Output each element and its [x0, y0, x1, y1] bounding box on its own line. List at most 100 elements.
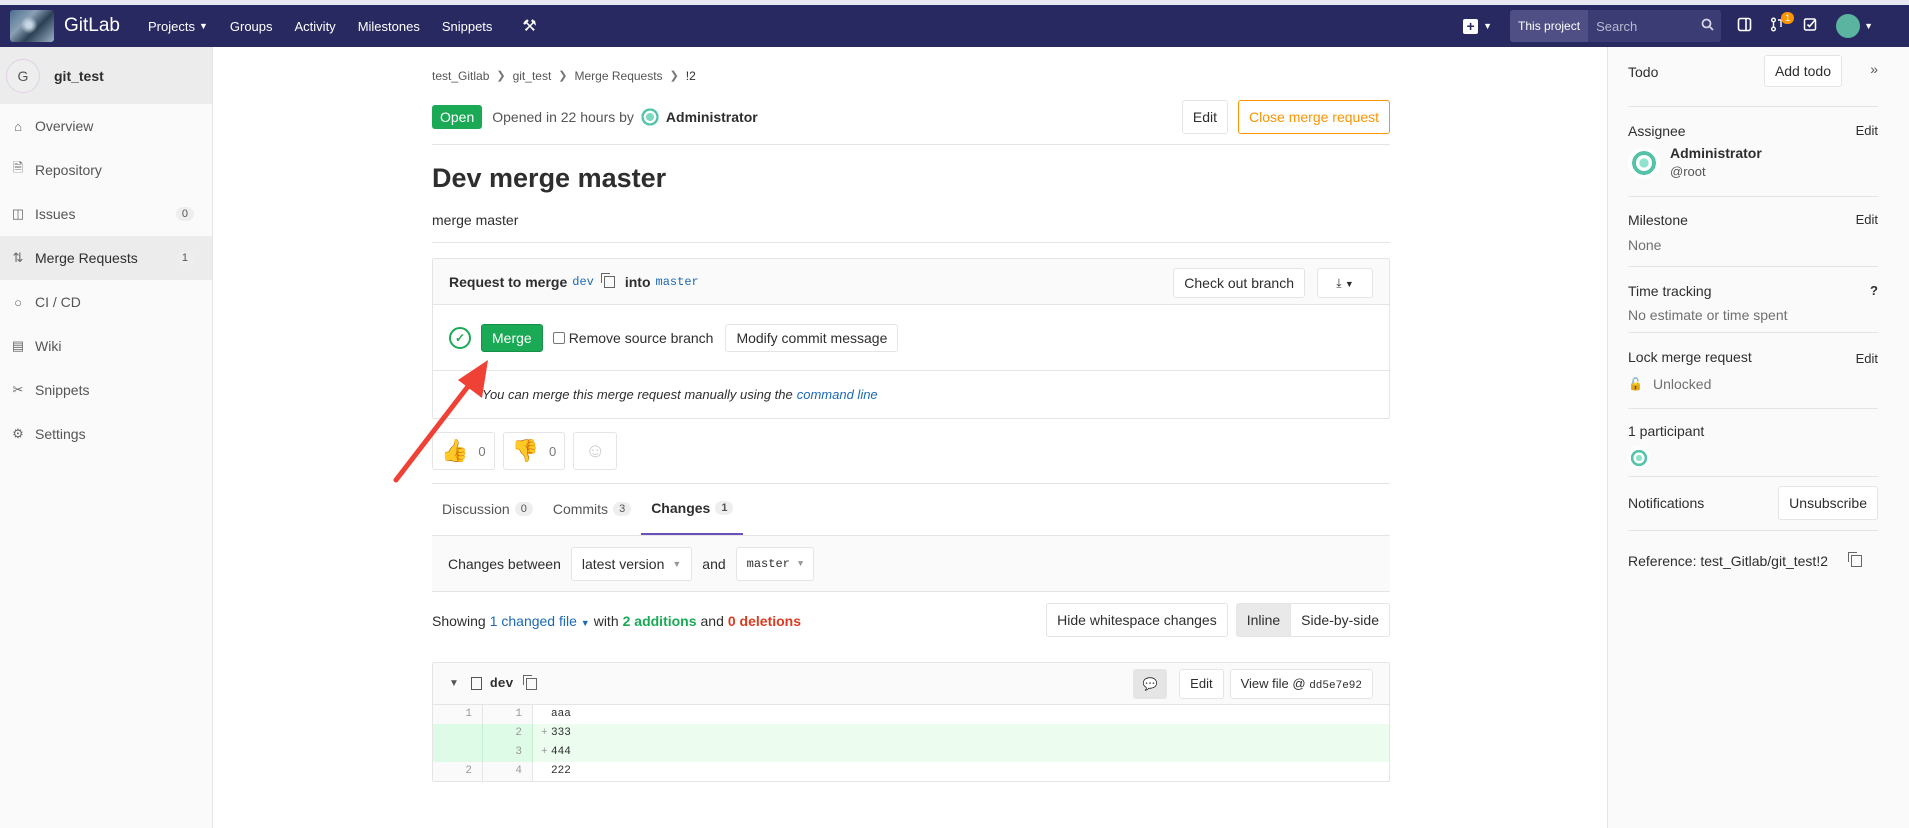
diff-line: 1 1 aaa: [433, 705, 1389, 724]
brand[interactable]: GitLab: [10, 10, 120, 42]
sidebar-item-ci-cd[interactable]: ○ CI / CD: [0, 280, 212, 324]
copy-icon[interactable]: [523, 674, 538, 690]
sidebar-item-settings[interactable]: ⚙ Settings: [0, 412, 212, 456]
search-scope[interactable]: This project: [1510, 10, 1589, 42]
tab-label: Commits: [552, 501, 609, 517]
manual-merge-text: You can merge this merge request manuall…: [482, 387, 793, 402]
remove-source-branch-label[interactable]: Remove source branch: [569, 330, 714, 346]
project-header[interactable]: G git_test: [0, 47, 212, 104]
nav-link-projects[interactable]: Projects ▼: [148, 19, 208, 34]
nav-link-milestones[interactable]: Milestones: [358, 19, 420, 34]
target-dropdown[interactable]: master ▼: [735, 546, 815, 581]
new-dropdown[interactable]: + ▼: [1463, 18, 1492, 34]
download-dropdown-button[interactable]: ⤓ ▼: [1317, 268, 1373, 298]
todos-check-icon[interactable]: [1803, 17, 1818, 36]
old-line-number[interactable]: [433, 724, 483, 743]
command-line-link[interactable]: command line: [797, 387, 878, 402]
nav-link-snippets[interactable]: Snippets: [442, 19, 493, 34]
new-line-number[interactable]: 1: [483, 705, 533, 724]
project-name: git_test: [54, 67, 104, 84]
unsubscribe-button[interactable]: Unsubscribe: [1778, 486, 1878, 520]
merge-button[interactable]: Merge: [481, 323, 543, 352]
chevron-right-icon: ❯: [669, 70, 679, 82]
assignee-name[interactable]: Administrator: [1670, 145, 1762, 161]
remove-source-branch-checkbox[interactable]: [552, 331, 565, 344]
breadcrumb-project[interactable]: git_test: [513, 69, 552, 83]
lock-edit-link[interactable]: Edit: [1856, 351, 1878, 366]
tab-changes[interactable]: Changes 1: [641, 483, 744, 535]
old-line-number[interactable]: 2: [433, 762, 483, 781]
todo-block: Todo Add todo »: [1628, 47, 1878, 107]
assignee-avatar[interactable]: [1628, 147, 1660, 179]
search-icon[interactable]: [1693, 18, 1721, 34]
user-avatar[interactable]: [1836, 14, 1861, 38]
sidebar-toggle-icon[interactable]: [1737, 17, 1752, 36]
breadcrumb-group[interactable]: test_Gitlab: [432, 69, 489, 83]
chevron-down-icon[interactable]: ▼: [1864, 21, 1873, 31]
inline-view-button[interactable]: Inline: [1235, 603, 1292, 637]
version-dropdown[interactable]: latest version ▼: [570, 546, 693, 581]
search-input[interactable]: [1588, 17, 1694, 35]
collapse-caret-icon[interactable]: ▼: [449, 678, 459, 689]
nav-link-label: Projects: [147, 18, 195, 34]
diff-file-name[interactable]: dev: [490, 676, 513, 691]
comment-toggle-button[interactable]: 💬: [1133, 669, 1168, 699]
edit-file-button[interactable]: Edit: [1179, 669, 1224, 699]
todo-label: Todo: [1628, 64, 1659, 80]
nav-link-groups[interactable]: Groups: [230, 19, 273, 34]
new-line-number[interactable]: 3: [483, 743, 533, 762]
collapse-sidebar-icon[interactable]: »: [1870, 61, 1878, 77]
help-icon[interactable]: ?: [1870, 283, 1878, 298]
author-avatar[interactable]: [638, 105, 661, 128]
reference-block: Reference: test_Gitlab/git_test!2: [1628, 531, 1878, 591]
line-text: 222: [551, 765, 571, 777]
side-by-side-button[interactable]: Side-by-side: [1291, 603, 1390, 637]
breadcrumb-merge-requests[interactable]: Merge Requests: [575, 69, 663, 83]
lock-block: Lock merge request Edit 🔓 Unlocked: [1628, 333, 1878, 409]
nav-link-activity[interactable]: Activity: [295, 19, 336, 34]
chevron-right-icon: ❯: [496, 70, 506, 82]
copy-icon[interactable]: [600, 272, 615, 288]
assignee-edit-link[interactable]: Edit: [1856, 123, 1878, 138]
lock-value: Unlocked: [1653, 376, 1712, 392]
sidebar-item-issues[interactable]: ◫ Issues 0: [0, 192, 212, 236]
sidebar-item-merge-requests[interactable]: ⇅ Merge Requests 1: [0, 236, 212, 280]
checkout-branch-button[interactable]: Check out branch: [1173, 268, 1305, 298]
copy-reference-icon[interactable]: [1848, 552, 1862, 567]
add-reaction-button[interactable]: ☺: [573, 432, 618, 470]
milestone-edit-link[interactable]: Edit: [1856, 212, 1878, 227]
view-file-button[interactable]: View file @ dd5e7e92: [1229, 669, 1373, 699]
modify-commit-message-button[interactable]: Modify commit message: [725, 323, 899, 352]
participant-avatar[interactable]: [1628, 447, 1650, 469]
breadcrumb-current[interactable]: !2: [686, 69, 696, 83]
new-line-number[interactable]: 4: [483, 762, 533, 781]
line-prefix: [541, 705, 551, 724]
thumbs-down-award[interactable]: 👎 0: [502, 432, 566, 470]
sidebar-item-wiki[interactable]: ▤ Wiki: [0, 324, 212, 368]
new-line-number[interactable]: 2: [483, 724, 533, 743]
time-tracking-value: No estimate or time spent: [1628, 307, 1788, 323]
edit-mr-button[interactable]: Edit: [1181, 100, 1228, 134]
merge-requests-icon[interactable]: 1: [1770, 11, 1795, 36]
old-line-number[interactable]: [433, 743, 483, 762]
milestone-block: Milestone Edit None: [1628, 197, 1878, 267]
sidebar-item-snippets[interactable]: ✂ Snippets: [0, 368, 212, 412]
tab-discussion[interactable]: Discussion 0: [432, 483, 543, 535]
annotation-arrow: [393, 360, 488, 483]
tab-commits[interactable]: Commits 3: [543, 483, 641, 535]
sidebar-item-label: Wiki: [35, 338, 62, 354]
sidebar-item-overview[interactable]: ⌂ Overview: [0, 104, 212, 148]
add-todo-button[interactable]: Add todo: [1763, 55, 1842, 87]
old-line-number[interactable]: 1: [433, 705, 483, 724]
author-link[interactable]: Administrator: [666, 109, 758, 125]
file-icon: [470, 677, 482, 690]
close-mr-button[interactable]: Close merge request: [1238, 100, 1390, 134]
changed-files-dropdown[interactable]: 1 changed file ▼: [490, 613, 590, 629]
hide-whitespace-button[interactable]: Hide whitespace changes: [1046, 603, 1228, 637]
admin-wrench-icon[interactable]: ⚒: [522, 16, 536, 36]
main-content: test_Gitlab ❯ git_test ❯ Merge Requests …: [432, 47, 1390, 782]
target-branch[interactable]: master: [656, 275, 699, 289]
source-branch[interactable]: dev: [572, 275, 594, 289]
chevron-right-icon: ❯: [558, 70, 568, 82]
sidebar-item-repository[interactable]: 🗎 Repository: [0, 148, 212, 192]
